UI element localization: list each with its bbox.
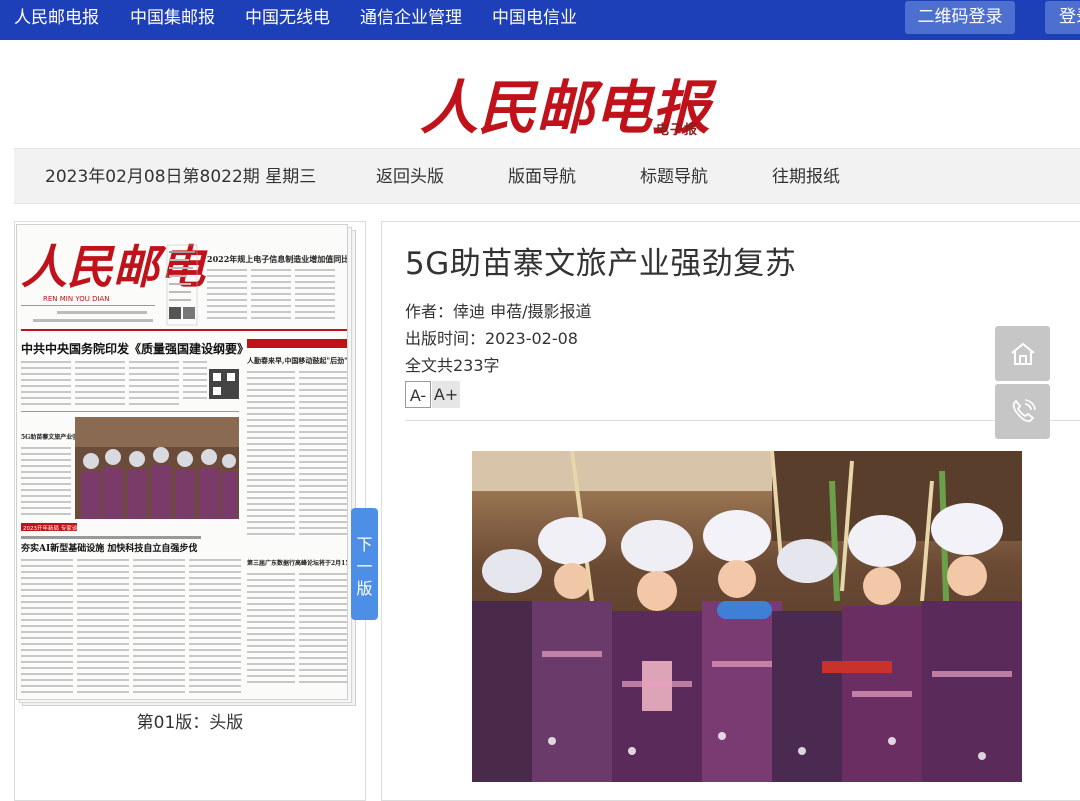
font-increase-button[interactable]: A+: [432, 381, 460, 408]
font-decrease-button[interactable]: A-: [405, 381, 431, 408]
side-headline: 人勤春来早,中国移动鼓起"后劲": [247, 356, 348, 365]
sub-headline: 夯实AI新型基础设施 加快科技自立自强步伐: [20, 542, 197, 554]
article-photo-graphic: [472, 451, 1022, 782]
page-caption[interactable]: 第01版：头版: [14, 708, 366, 733]
top-navigation-bar: 人民邮电报 中国集邮报 中国无线电 通信企业管理 中国电信业 二维码登录 登录: [0, 0, 1080, 40]
topnav-link-dianxinye[interactable]: 中国电信业: [492, 0, 577, 40]
article-publish-time: 出版时间：2023-02-08: [405, 329, 578, 348]
contact-phone-button[interactable]: [995, 384, 1050, 439]
home-icon: [1011, 342, 1035, 365]
newspaper-pinyin: REN MIN YOU DIAN: [43, 295, 110, 303]
article-title: 5G助苗寨文旅产业强劲复苏: [405, 246, 797, 282]
topnav-link-renmin-youdian[interactable]: 人民邮电报: [14, 0, 99, 40]
issue-date: 2023年02月08日第8022期 星期三: [45, 167, 317, 187]
section-tag: 2023开年新局 专家谈: [23, 524, 78, 532]
topnav-link-wuxiandian[interactable]: 中国无线电: [245, 0, 330, 40]
issue-navigation-bar: 2023年02月08日第8022期 星期三 返回头版 版面导航 标题导航 往期报…: [14, 148, 1080, 204]
next-page-button[interactable]: 下 一 版: [351, 508, 378, 620]
topnav-link-qiye-guanli[interactable]: 通信企业管理: [360, 0, 462, 40]
newspaper-page-graphic: 人民邮电 REN MIN YOU DIAN 2022年规上电子信息制造业增加值同…: [20, 240, 348, 693]
login-button[interactable]: 登录: [1045, 1, 1080, 34]
article-divider: [405, 420, 1080, 421]
front-page-thumbnail[interactable]: 人民邮电 REN MIN YOU DIAN 2022年规上电子信息制造业增加值同…: [16, 224, 348, 700]
masthead-subtitle: 电子报: [656, 123, 699, 138]
article-author: 作者：倖迪 申蓓/摄影报道: [405, 302, 592, 321]
back-to-home-button[interactable]: [995, 326, 1050, 381]
article-photo: [472, 451, 1022, 782]
main-headline: 中共中央国务院印发《质量强国建设纲要》: [21, 341, 249, 356]
nav-title-navigation[interactable]: 标题导航: [640, 149, 708, 205]
nav-back-to-front-page[interactable]: 返回头版: [376, 149, 444, 205]
nav-page-navigation[interactable]: 版面导航: [508, 149, 576, 205]
right-column-headline: 第三届广东数据行高峰论坛将于2月15日至16日在厦门举办: [246, 559, 348, 567]
top-headline: 2022年规上电子信息制造业增加值同比增长7.6%: [207, 254, 348, 264]
topnav-link-jiyou[interactable]: 中国集邮报: [130, 0, 215, 40]
phone-icon: [1012, 399, 1036, 423]
article-word-count: 全文共233字: [405, 356, 500, 375]
qr-login-button[interactable]: 二维码登录: [905, 1, 1015, 34]
nav-past-issues[interactable]: 往期报纸: [772, 149, 840, 205]
